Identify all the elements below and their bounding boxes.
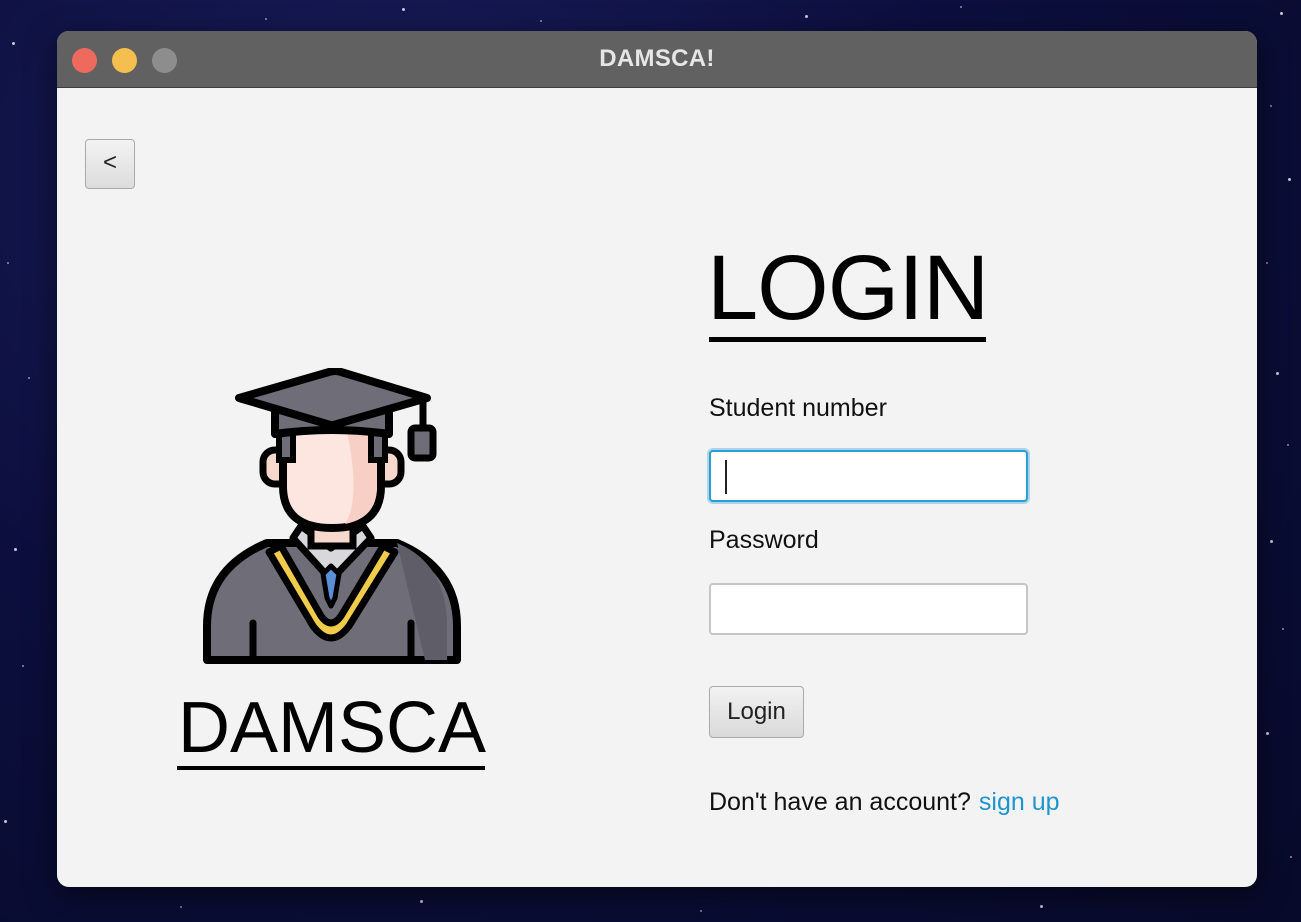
title-bar: DAMSCA!: [57, 31, 1257, 88]
window-title: DAMSCA!: [599, 45, 715, 72]
login-heading: LOGIN: [707, 237, 989, 339]
no-account-text: Don't have an account?: [709, 788, 971, 816]
signup-prompt: Don't have an account? sign up: [709, 788, 1060, 817]
password-label: Password: [709, 526, 819, 554]
back-button[interactable]: <: [85, 139, 135, 189]
student-number-label: Student number: [709, 394, 887, 422]
signup-link[interactable]: sign up: [979, 788, 1060, 816]
student-number-input[interactable]: [709, 450, 1028, 502]
graduate-avatar-icon: [203, 368, 461, 664]
login-button[interactable]: Login: [709, 686, 804, 738]
app-window: DAMSCA! < DAMSCA LOGIN Student number Pa…: [57, 31, 1257, 887]
text-caret: [725, 460, 727, 494]
password-input[interactable]: [709, 583, 1028, 635]
brand-name: DAMSCA: [177, 688, 487, 768]
login-heading-underline: [709, 337, 986, 342]
brand-underline: [177, 766, 485, 770]
login-screen: < DAMSCA LOGIN Student number Password L…: [57, 88, 1257, 887]
